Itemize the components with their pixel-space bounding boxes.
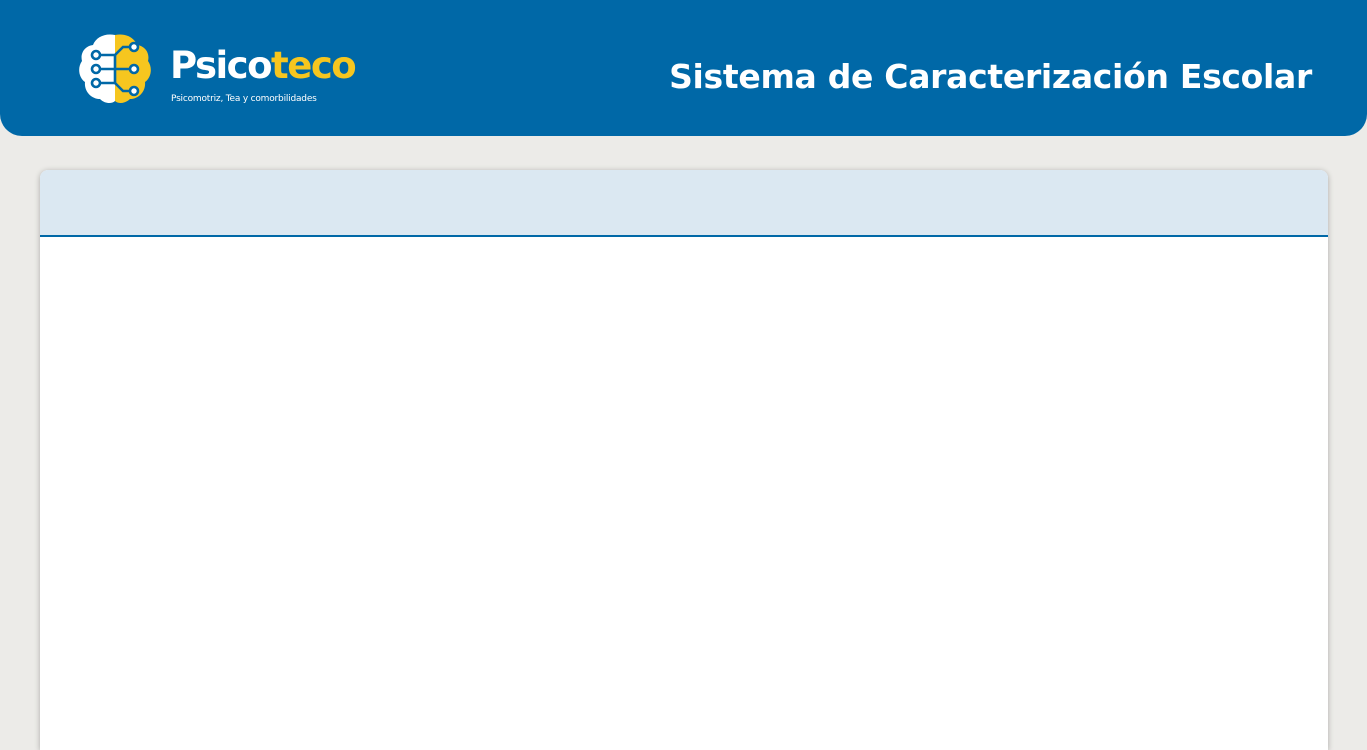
panel-body <box>40 237 1328 750</box>
content-panel <box>40 170 1328 750</box>
panel-header <box>40 170 1328 237</box>
brand-logo[interactable]: Psicoteco Psicomotriz, Tea y comorbilida… <box>79 33 357 109</box>
brain-circuit-icon <box>79 34 151 104</box>
brand-name-part1: Psico <box>170 44 273 87</box>
brand-tagline: Psicomotriz, Tea y comorbilidades <box>171 94 317 104</box>
app-title: Sistema de Caracterización Escolar <box>669 57 1312 96</box>
brand-name-part2: teco <box>271 44 357 87</box>
top-header: Psicoteco Psicomotriz, Tea y comorbilida… <box>0 0 1367 136</box>
brand-name: Psicoteco <box>170 44 357 87</box>
